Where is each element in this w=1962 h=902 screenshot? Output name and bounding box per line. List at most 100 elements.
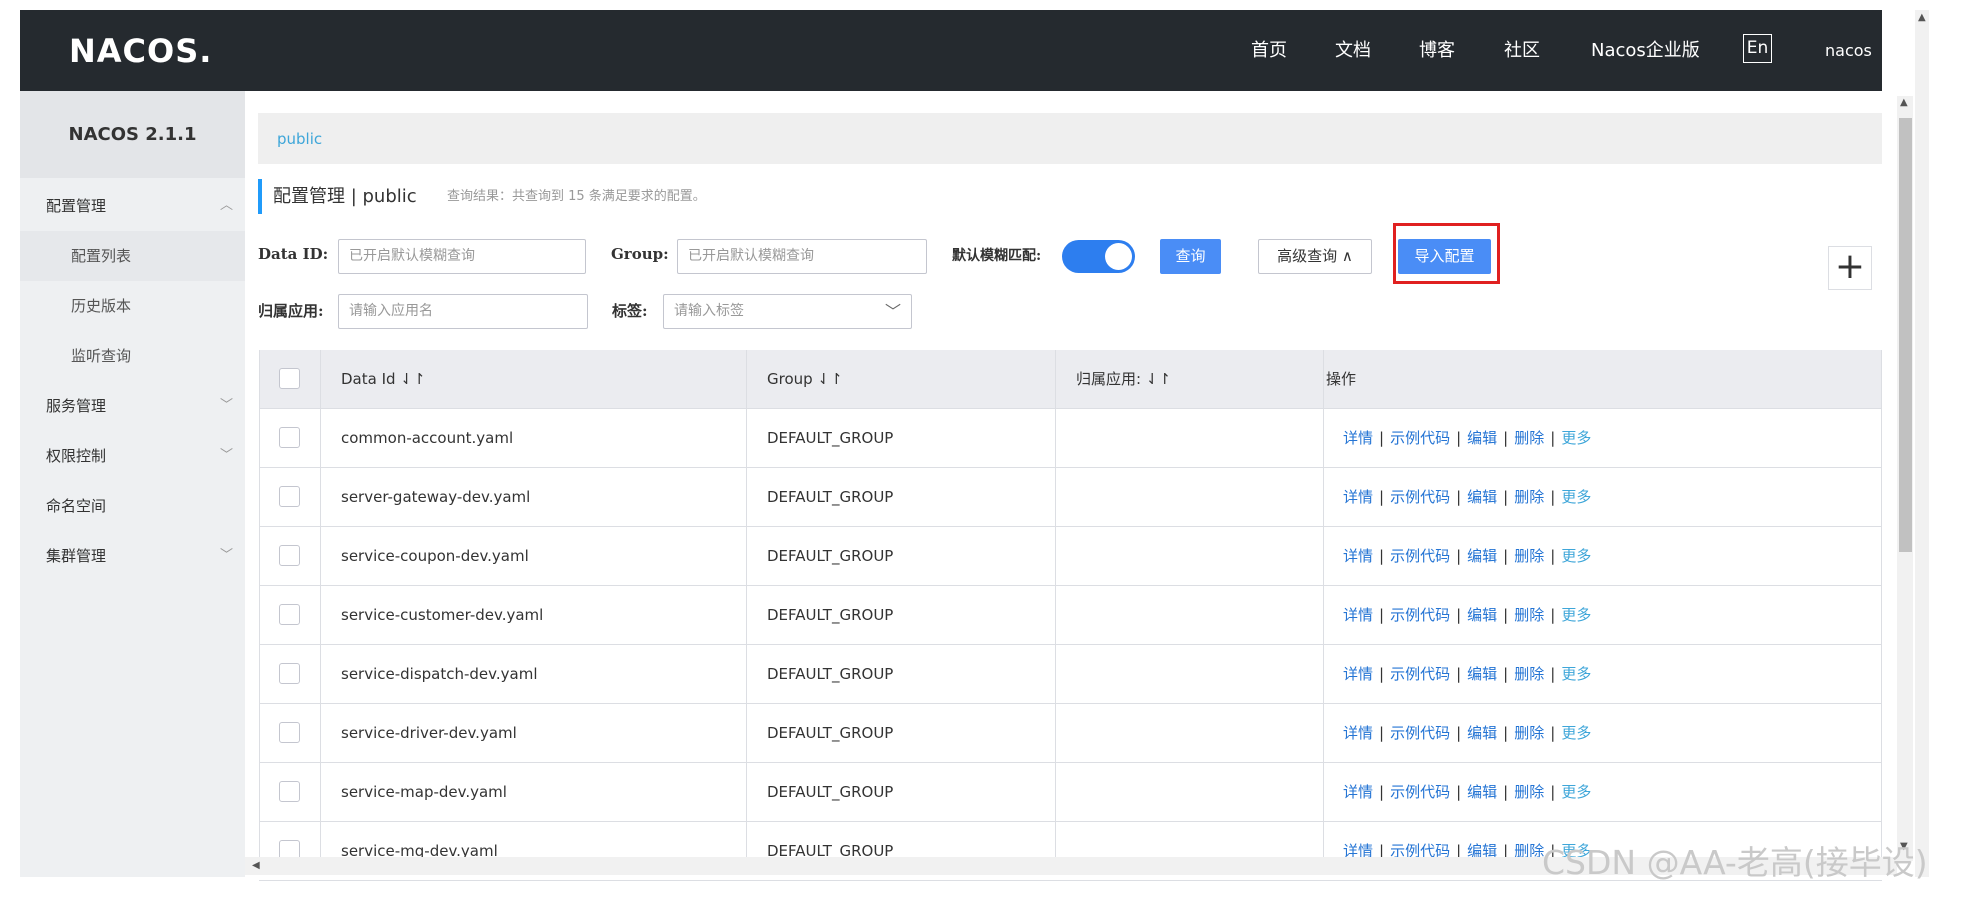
select-all-checkbox[interactable] bbox=[279, 368, 300, 389]
edit-link[interactable]: 编辑 bbox=[1467, 606, 1497, 624]
column-divider bbox=[320, 350, 321, 874]
data-id-input[interactable]: 已开启默认模糊查询 bbox=[338, 239, 586, 274]
action-separator: | bbox=[1379, 724, 1385, 742]
advanced-query-button[interactable]: 高级查询 ∧ bbox=[1258, 239, 1372, 274]
chevron-down-icon: ﹀ bbox=[219, 398, 233, 413]
chevron-down-icon: ﹀ bbox=[884, 302, 901, 321]
cell-group: DEFAULT_GROUP bbox=[767, 665, 894, 683]
sidebar-item-4[interactable]: 监听查询 bbox=[20, 331, 245, 381]
column-header-app[interactable]: 归属应用: ⇃↾ bbox=[1076, 350, 1171, 409]
row-checkbox[interactable] bbox=[279, 781, 300, 802]
edit-link[interactable]: 编辑 bbox=[1467, 429, 1497, 447]
group-input[interactable]: 已开启默认模糊查询 bbox=[677, 239, 927, 274]
sidebar-item-2[interactable]: 配置列表 bbox=[20, 231, 245, 281]
edit-link[interactable]: 编辑 bbox=[1467, 665, 1497, 683]
nav-docs[interactable]: 文档 bbox=[1335, 10, 1371, 91]
detail-link[interactable]: 详情 bbox=[1343, 547, 1373, 565]
action-separator: | bbox=[1379, 429, 1385, 447]
action-separator: | bbox=[1379, 488, 1385, 506]
content-scrollbar-thumb[interactable] bbox=[1899, 118, 1912, 552]
delete-link[interactable]: 删除 bbox=[1514, 547, 1544, 565]
query-button[interactable]: 查询 bbox=[1160, 239, 1221, 274]
action-separator: | bbox=[1503, 783, 1509, 801]
more-link[interactable]: 更多 bbox=[1561, 429, 1591, 447]
tag-label: 标签: bbox=[612, 302, 648, 320]
delete-link[interactable]: 删除 bbox=[1514, 429, 1544, 447]
more-link[interactable]: 更多 bbox=[1561, 547, 1591, 565]
nav-enterprise[interactable]: Nacos企业版 bbox=[1591, 10, 1700, 91]
sample-code-link[interactable]: 示例代码 bbox=[1390, 665, 1450, 683]
column-header-data-id[interactable]: Data Id ⇃↾ bbox=[341, 350, 425, 409]
column-divider bbox=[1055, 350, 1056, 874]
edit-link[interactable]: 编辑 bbox=[1467, 547, 1497, 565]
sidebar-item-6[interactable]: 权限控制 ﹀ bbox=[20, 431, 245, 481]
version-label: NACOS 2.1.1 bbox=[20, 91, 245, 178]
sidebar-item-1[interactable]: 配置管理 ︿ bbox=[20, 181, 245, 231]
more-link[interactable]: 更多 bbox=[1561, 488, 1591, 506]
fuzzy-match-toggle[interactable] bbox=[1062, 240, 1135, 273]
action-separator: | bbox=[1503, 724, 1509, 742]
sidebar-item-5[interactable]: 服务管理 ﹀ bbox=[20, 381, 245, 431]
detail-link[interactable]: 详情 bbox=[1343, 665, 1373, 683]
cell-data-id: service-dispatch-dev.yaml bbox=[341, 665, 538, 683]
edit-link[interactable]: 编辑 bbox=[1467, 783, 1497, 801]
cell-group: DEFAULT_GROUP bbox=[767, 783, 894, 801]
sample-code-link[interactable]: 示例代码 bbox=[1390, 429, 1450, 447]
sample-code-link[interactable]: 示例代码 bbox=[1390, 724, 1450, 742]
sample-code-link[interactable]: 示例代码 bbox=[1390, 783, 1450, 801]
row-checkbox[interactable] bbox=[279, 486, 300, 507]
user-menu[interactable]: nacos bbox=[1825, 10, 1872, 91]
delete-link[interactable]: 删除 bbox=[1514, 488, 1544, 506]
detail-link[interactable]: 详情 bbox=[1343, 488, 1373, 506]
row-checkbox[interactable] bbox=[279, 663, 300, 684]
data-id-label: Data ID: bbox=[258, 245, 329, 263]
sidebar-item-8[interactable]: 集群管理 ﹀ bbox=[20, 531, 245, 581]
row-checkbox[interactable] bbox=[279, 722, 300, 743]
tag-select-placeholder: 请输入标签 bbox=[674, 303, 744, 319]
detail-link[interactable]: 详情 bbox=[1343, 783, 1373, 801]
edit-link[interactable]: 编辑 bbox=[1467, 488, 1497, 506]
app-input[interactable]: 请输入应用名 bbox=[338, 294, 588, 329]
chevron-down-icon: ﹀ bbox=[219, 448, 233, 463]
row-checkbox[interactable] bbox=[279, 427, 300, 448]
breadcrumb-namespace[interactable]: public bbox=[277, 113, 322, 166]
language-switch-button[interactable]: En bbox=[1743, 34, 1772, 63]
cell-group: DEFAULT_GROUP bbox=[767, 429, 894, 447]
tag-select[interactable]: 请输入标签 ﹀ bbox=[663, 294, 912, 329]
more-link[interactable]: 更多 bbox=[1561, 783, 1591, 801]
more-link[interactable]: 更多 bbox=[1561, 606, 1591, 624]
add-config-button[interactable]: + bbox=[1828, 246, 1872, 290]
edit-link[interactable]: 编辑 bbox=[1467, 724, 1497, 742]
scroll-up-arrow-icon[interactable]: ▲ bbox=[1900, 97, 1908, 108]
page-scroll-up-arrow-icon[interactable]: ▲ bbox=[1918, 12, 1926, 23]
action-separator: | bbox=[1550, 783, 1556, 801]
page-vertical-scrollbar[interactable] bbox=[1915, 10, 1929, 877]
delete-link[interactable]: 删除 bbox=[1514, 783, 1544, 801]
row-actions: 详情 | 示例代码 | 编辑 | 删除 | 更多 bbox=[1343, 409, 1591, 468]
more-link[interactable]: 更多 bbox=[1561, 665, 1591, 683]
nav-community[interactable]: 社区 bbox=[1504, 10, 1540, 91]
sample-code-link[interactable]: 示例代码 bbox=[1390, 547, 1450, 565]
sidebar-item-3[interactable]: 历史版本 bbox=[20, 281, 245, 331]
cell-group: DEFAULT_GROUP bbox=[767, 547, 894, 565]
detail-link[interactable]: 详情 bbox=[1343, 724, 1373, 742]
more-link[interactable]: 更多 bbox=[1561, 724, 1591, 742]
detail-link[interactable]: 详情 bbox=[1343, 606, 1373, 624]
nav-home[interactable]: 首页 bbox=[1251, 10, 1287, 91]
nav-blog[interactable]: 博客 bbox=[1419, 10, 1455, 91]
delete-link[interactable]: 删除 bbox=[1514, 606, 1544, 624]
delete-link[interactable]: 删除 bbox=[1514, 724, 1544, 742]
sample-code-link[interactable]: 示例代码 bbox=[1390, 606, 1450, 624]
nacos-logo[interactable]: NACOS. bbox=[69, 31, 212, 71]
toggle-knob bbox=[1105, 243, 1132, 270]
sidebar-item-7[interactable]: 命名空间 bbox=[20, 481, 245, 531]
delete-link[interactable]: 删除 bbox=[1514, 665, 1544, 683]
detail-link[interactable]: 详情 bbox=[1343, 429, 1373, 447]
column-header-group[interactable]: Group ⇃↾ bbox=[767, 350, 843, 409]
row-checkbox[interactable] bbox=[279, 545, 300, 566]
row-checkbox[interactable] bbox=[279, 604, 300, 625]
action-separator: | bbox=[1503, 547, 1509, 565]
scroll-left-arrow-icon[interactable]: ◀ bbox=[252, 860, 260, 871]
action-separator: | bbox=[1503, 665, 1509, 683]
sample-code-link[interactable]: 示例代码 bbox=[1390, 488, 1450, 506]
